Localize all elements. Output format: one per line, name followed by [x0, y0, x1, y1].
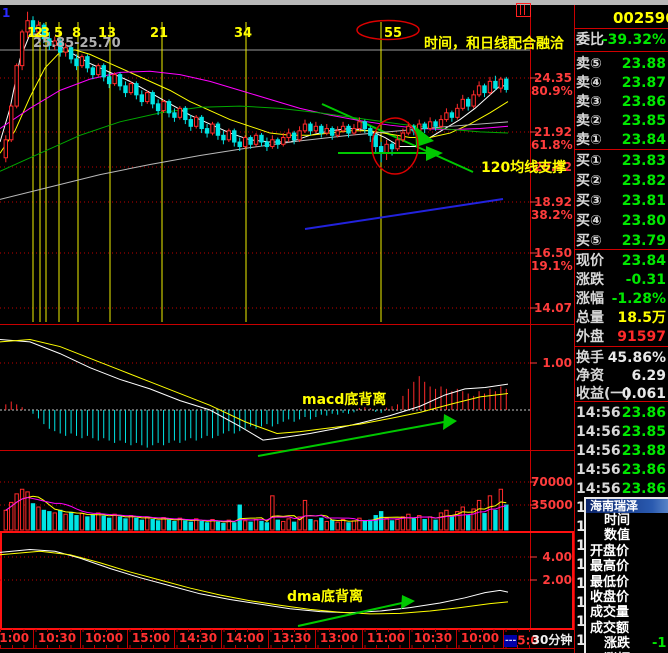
fib-number: 13 — [98, 26, 116, 41]
bid-row-4[interactable]: 买④ 23.80 — [576, 212, 666, 231]
bid-row-2[interactable]: 买② 23.82 — [576, 172, 666, 191]
info-row-change: 涨跌-0.31 — [576, 271, 666, 290]
panel-separator — [574, 401, 668, 402]
popup-item-low[interactable]: 最低价 — [586, 575, 668, 590]
fib-number: 21 — [150, 26, 168, 41]
trading-app-window: 1 25.85-25.70 时间，和日线配合融洽 120均线支撑 macd底背离… — [0, 0, 668, 653]
ask-label: 卖⑤ — [576, 56, 602, 72]
bid-label: 买① — [576, 153, 602, 169]
popup-item-label: 涨跌 — [604, 636, 630, 651]
panel-separator — [574, 149, 668, 150]
ask-label: 卖③ — [576, 94, 602, 110]
bid-row-1[interactable]: 买① 23.83 — [576, 152, 666, 171]
ask-label: 卖④ — [576, 75, 602, 91]
popup-change-value: -1 — [652, 636, 666, 651]
popup-item-amount[interactable]: 成交额 — [586, 621, 668, 636]
fib-number: 8 — [72, 26, 81, 41]
fib-number: 34 — [234, 26, 252, 41]
bid-label: 买⑤ — [576, 233, 602, 249]
info-row-price: 现价23.84 — [576, 252, 666, 271]
ask-row-3[interactable]: 卖③ 23.86 — [576, 93, 666, 112]
fib-time-note: 时间，和日线配合融洽 — [424, 33, 564, 53]
popup-item-change[interactable]: 涨跌 -1 — [586, 636, 668, 651]
ask-price: 23.86 — [622, 93, 666, 112]
ask-row-4[interactable]: 卖④ 23.87 — [576, 74, 666, 93]
popup-item-high[interactable]: 最高价 — [586, 559, 668, 574]
trade-list-row: 14:5623.88 — [576, 442, 666, 461]
dma-divergence-note: dma底背离 — [287, 586, 363, 606]
weibi-value: -39.32% — [602, 31, 666, 50]
trade-list-row: 14:5623.86 — [576, 404, 666, 423]
main-chart-canvas[interactable] — [0, 0, 668, 653]
popup-item-close[interactable]: 收盘价 — [586, 590, 668, 605]
stock-code: 002596 — [613, 9, 668, 27]
info-row-change-pct: 涨幅-1.28% — [576, 290, 666, 309]
info-row-volume: 总量18.5万 — [576, 309, 666, 328]
weibi-label: 委比 — [576, 32, 604, 48]
bid-price: 23.81 — [622, 192, 666, 211]
ask-label: 卖② — [576, 113, 602, 129]
ask-price: 23.88 — [622, 55, 666, 74]
info-row-outer: 外盘91597 — [576, 328, 666, 347]
ask-price: 23.87 — [622, 74, 666, 93]
stat-row-turnover: 换手45.86% — [576, 349, 666, 368]
ask-row-2[interactable]: 卖② 23.85 — [576, 112, 666, 131]
fib-number: 55 — [384, 26, 402, 41]
ma120-support-note: 120均线支撑 — [481, 157, 566, 177]
fib-number: 5 — [54, 26, 63, 41]
data-fields-popup: 海南瑞泽 时间 数值 开盘价 最高价 最低价 收盘价 成交量 成交额 涨跌-1 … — [584, 497, 668, 653]
ask-label: 卖① — [576, 132, 602, 148]
bid-price: 23.82 — [622, 172, 666, 191]
bid-label: 买③ — [576, 193, 602, 209]
ask-price: 23.85 — [622, 112, 666, 131]
corner-text-fragment: 1 — [2, 6, 10, 20]
stock-header: 002596 海南瑞泽 — [574, 7, 668, 28]
panel-separator — [574, 28, 668, 29]
stat-row-nav: 净资6.29 — [576, 367, 666, 386]
panel-separator — [574, 51, 668, 52]
fib-number: 3 — [41, 26, 50, 41]
panel-separator — [574, 346, 668, 347]
macd-divergence-note: macd底背离 — [302, 389, 386, 409]
ask-price: 23.84 — [622, 131, 666, 150]
bid-row-3[interactable]: 买③ 23.81 — [576, 192, 666, 211]
bid-price: 23.83 — [622, 152, 666, 171]
popup-item-open[interactable]: 开盘价 — [586, 544, 668, 559]
popup-title-bar[interactable]: 海南瑞泽 — [586, 499, 668, 513]
panel-separator — [574, 249, 668, 250]
ask-row-5[interactable]: 卖⑤ 23.88 — [576, 55, 666, 74]
weibi-row: 委比 -39.32% — [576, 31, 666, 50]
bid-price: 23.80 — [622, 212, 666, 231]
bid-label: 买④ — [576, 213, 602, 229]
popup-item-time[interactable]: 时间 — [586, 513, 668, 528]
ask-row-1[interactable]: 卖① 23.84 — [576, 131, 666, 150]
bid-label: 买② — [576, 173, 602, 189]
trade-list-row: 14:5623.85 — [576, 423, 666, 442]
chart-window-icon[interactable] — [516, 3, 531, 17]
trade-list-row: 14:5623.86 — [576, 461, 666, 480]
popup-item-value[interactable]: 数值 — [586, 528, 668, 543]
popup-item-volume[interactable]: 成交量 — [586, 605, 668, 620]
